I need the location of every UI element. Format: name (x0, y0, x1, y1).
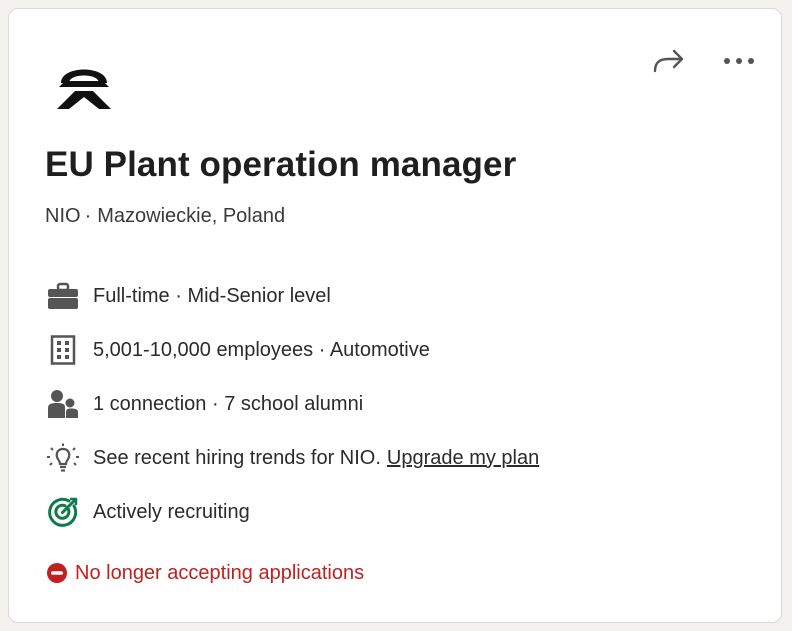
insight-hiring-trends: See recent hiring trends for NIO. Upgrad… (45, 431, 539, 485)
insight-text: 5,001-10,000 employees · Automotive (93, 338, 430, 361)
people-icon (45, 386, 81, 422)
insight-text: Full-time · Mid-Senior level (93, 284, 331, 307)
stop-icon (45, 555, 69, 591)
top-actions (651, 43, 757, 79)
nio-logo-icon[interactable] (53, 57, 115, 117)
job-insights: Full-time · Mid-Senior level 5,001-10,00… (45, 269, 539, 539)
company-name[interactable]: NIO (45, 205, 81, 227)
upgrade-plan-link[interactable]: Upgrade my plan (387, 447, 539, 470)
target-icon (45, 494, 81, 530)
share-arrow-icon[interactable] (651, 43, 687, 79)
insight-company-size: 5,001-10,000 employees · Automotive (45, 323, 539, 377)
company-location-line: NIO · Mazowieckie, Poland (45, 205, 285, 228)
job-title[interactable]: EU Plant operation manager (45, 145, 516, 185)
separator: · (84, 205, 92, 227)
job-location: Mazowieckie, Poland (97, 205, 286, 227)
insight-employment-type: Full-time · Mid-Senior level (45, 269, 539, 323)
status-text: No longer accepting applications (75, 561, 365, 584)
insight-connections[interactable]: 1 connection · 7 school alumni (45, 377, 539, 431)
lightbulb-icon (45, 440, 81, 476)
insight-text: 1 connection · 7 school alumni (93, 392, 364, 415)
insight-text: Actively recruiting (93, 500, 250, 523)
briefcase-icon (45, 278, 81, 314)
more-horizontal-icon[interactable] (721, 43, 757, 79)
building-icon (45, 332, 81, 368)
insight-actively-recruiting: Actively recruiting (45, 485, 539, 539)
job-card: EU Plant operation manager NIO · Mazowieck… (8, 8, 782, 623)
insight-text: See recent hiring trends for NIO. (93, 446, 381, 469)
application-status: No longer accepting applications (45, 555, 364, 591)
